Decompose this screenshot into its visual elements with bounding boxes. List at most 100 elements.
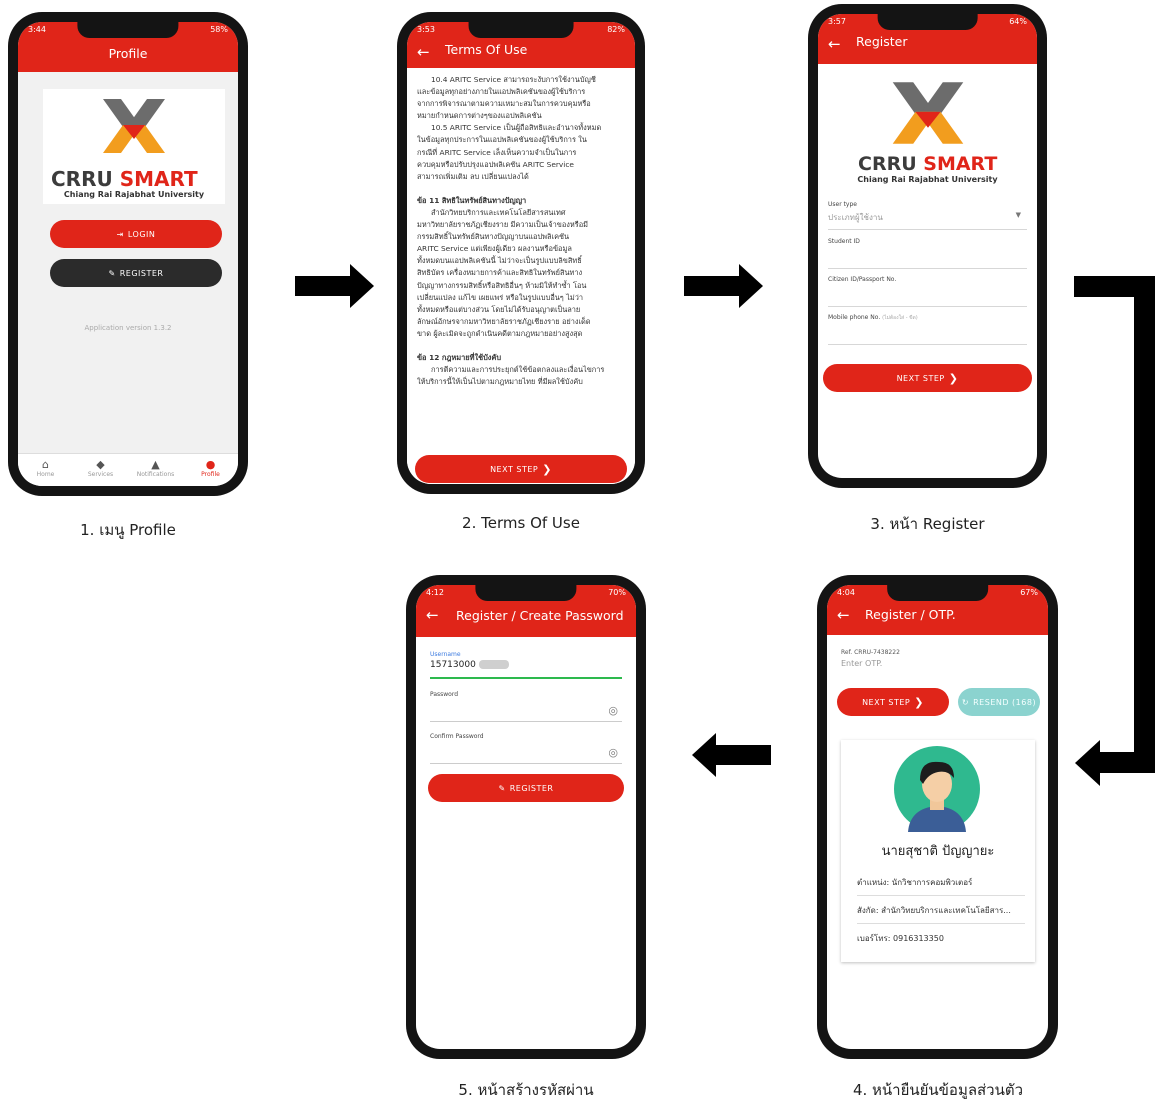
- next-step-button[interactable]: NEXT STEP ❯: [415, 455, 627, 483]
- otp-field[interactable]: Ref. CRRU-7438222 Enter OTP.: [841, 649, 1038, 675]
- caption-5: 5. หน้าสร้างรหัสผ่าน: [458, 1081, 594, 1099]
- mobile-phone-field[interactable]: Mobile phone No. (ไม่ต้องใส่ - ขีด): [828, 314, 1027, 345]
- chevron-right-icon: ❯: [914, 695, 924, 709]
- mobile-phone-label: Mobile phone No.: [828, 314, 881, 321]
- nav-item-services[interactable]: ◆ Services: [73, 454, 128, 486]
- confirm-password-field[interactable]: Confirm Password ◎: [430, 733, 622, 764]
- logo-word-crru: CRRU: [51, 167, 113, 191]
- username-value: 15713000: [430, 660, 476, 670]
- register-label: REGISTER: [509, 783, 554, 793]
- phone-otp: 4:04 67% ← Register / OTP. Ref. CRRU-743…: [817, 575, 1058, 1059]
- nav-label: Notifications: [136, 471, 175, 478]
- otp-placeholder: Enter OTP.: [841, 659, 883, 668]
- notch: [475, 585, 577, 601]
- register-screen: 3:57 64% ← Register CRRU SMART Chiang Ra…: [818, 14, 1037, 478]
- user-type-select[interactable]: User type ประเภทผู้ใช้งาน ▼: [828, 201, 1027, 230]
- notch: [877, 14, 978, 30]
- user-type-placeholder: ประเภทผู้ใช้งาน: [828, 213, 883, 222]
- back-arrow-icon[interactable]: ←: [417, 43, 430, 61]
- student-id-field[interactable]: Student ID: [828, 238, 1027, 269]
- back-arrow-icon[interactable]: ←: [828, 35, 841, 53]
- phone-profile: 3:44 58% Profile CRRU SMART Chiang Rai R…: [8, 12, 248, 496]
- nav-item-home[interactable]: ⌂ Home: [18, 454, 73, 486]
- person-name: นายสุชาติ ปัญญายะ: [881, 844, 995, 859]
- edit-icon: ✎: [108, 268, 116, 278]
- arrow-right-2: [684, 276, 740, 296]
- arrow-head-3: [1075, 740, 1100, 786]
- logo-university: Chiang Rai Rajabhat University: [63, 190, 205, 199]
- otp-ref: Ref. CRRU-7438222: [841, 649, 900, 656]
- citizen-id-field[interactable]: Citizen ID/Passport No.: [828, 276, 1027, 307]
- username-field[interactable]: Username 15713000: [430, 651, 622, 679]
- student-id-label: Student ID: [828, 238, 860, 245]
- mobile-phone-hint: (ไม่ต้องใส่ - ขีด): [882, 315, 918, 321]
- resend-label: RESEND (168): [973, 697, 1037, 707]
- login-icon: ⇥: [116, 229, 124, 239]
- back-arrow-icon[interactable]: ←: [426, 606, 439, 624]
- next-step-button[interactable]: NEXT STEP ❯: [837, 688, 949, 716]
- page-title: Register: [856, 34, 908, 49]
- confirm-password-label: Confirm Password: [430, 733, 484, 740]
- terms-screen: 3:53 82% ← Terms Of Use 10.4 ARITC Servi…: [407, 22, 635, 484]
- chevron-right-icon: ❯: [948, 371, 959, 385]
- status-battery: 70%: [608, 588, 626, 597]
- cube-icon: ◆: [96, 458, 105, 471]
- status-battery: 67%: [1020, 588, 1038, 597]
- status-time: 3:44: [28, 25, 46, 34]
- citizen-id-label: Citizen ID/Passport No.: [828, 276, 897, 283]
- terms-line: ทั้งหมดหรือแต่บางส่วน โดยไม่ได้รับอนุญาต…: [417, 304, 581, 314]
- status-time: 3:53: [417, 25, 435, 34]
- next-step-button[interactable]: NEXT STEP ❯: [823, 364, 1032, 392]
- crru-x-logo: [892, 82, 964, 144]
- phone-terms: 3:53 82% ← Terms Of Use 10.4 ARITC Servi…: [397, 12, 645, 494]
- logo-university: Chiang Rai Rajabhat University: [857, 175, 998, 184]
- otp-screen: 4:04 67% ← Register / OTP. Ref. CRRU-743…: [827, 585, 1048, 1049]
- arrow-head-1: [350, 264, 374, 308]
- avatar: [894, 746, 980, 832]
- back-arrow-icon[interactable]: ←: [837, 606, 850, 624]
- terms-heading: ข้อ 11 สิทธิในทรัพย์สินทางปัญญา: [417, 195, 527, 205]
- arrow-right-1: [295, 276, 351, 296]
- logo-wordmark: CRRU SMART: [51, 167, 198, 191]
- resend-button[interactable]: ↻ RESEND (168): [958, 688, 1040, 716]
- terms-line: การตีความและการประยุกต์ใช้ข้อตกลงและเงื่…: [431, 365, 605, 375]
- terms-line: ปัญญาทางกรรมสิทธิ์หรือสิทธิอื่นๆ ห้ามมิใ…: [417, 280, 587, 290]
- connector-horizontal-bottom: [1098, 752, 1155, 773]
- terms-line: เปลี่ยนแปลง แก้ไข เผยแพร่ หรือในรูปแบบอื…: [417, 292, 584, 302]
- terms-line: จากการพิจารณาตามความเหมาะสมในการควบคุมหร…: [417, 99, 591, 109]
- status-time: 4:12: [426, 588, 444, 597]
- terms-line: ให้บริการนี้ให้เป็นไปตามกฎหมายไทย ที่มีผ…: [417, 377, 583, 387]
- eye-icon[interactable]: ◎: [608, 704, 618, 717]
- terms-line: ลักษณ์อักษรจากมหาวิทยาลัยราชภัฏเชียงราย …: [417, 316, 591, 326]
- terms-text: 10.4 ARITC Service สามารถระงับการใช้งานบ…: [417, 74, 627, 388]
- arrow-left-4: [715, 745, 771, 765]
- login-button[interactable]: ⇥ LOGIN: [50, 220, 222, 248]
- register-button[interactable]: ✎ REGISTER: [428, 774, 624, 802]
- terms-line: มหาวิทยาลัยราชภัฏเชียงราย มีความเป็นเจ้า…: [417, 220, 589, 230]
- eye-icon[interactable]: ◎: [608, 746, 618, 759]
- login-label: LOGIN: [127, 229, 156, 239]
- page-title: Register / Create Password: [456, 608, 624, 623]
- nav-item-profile[interactable]: ● Profile: [183, 454, 238, 486]
- person-department: สังกัด: สำนักวิทยบริการและเทคโนโลยีสาร..…: [857, 904, 1025, 924]
- terms-line: สามารถเพิ่มเติม ลบ เปลี่ยนแปลงได้: [417, 171, 529, 181]
- terms-line: ในข้อมูลทุกประการในแอปพลิเคชันของผู้ใช้บ…: [417, 135, 587, 145]
- page-title: Register / OTP.: [865, 607, 956, 622]
- terms-line: 10.5 ARITC Service เป็นผู้ถือสิทธิและอำน…: [431, 123, 602, 133]
- terms-heading: ข้อ 12 กฎหมายที่ใช้บังคับ: [417, 352, 502, 362]
- terms-line: หมายกำหนดการต่างๆของแอปพลิเคชัน: [417, 111, 542, 121]
- terms-line: ขาด ผู้ละเมิดจะถูกดำเนินคดีตามกฎหมายอย่า…: [417, 328, 583, 338]
- terms-line: สำนักวิทยบริการและเทคโนโลยีสารสนเทศ: [431, 207, 566, 217]
- terms-line: สิทธิบัตร เครื่องหมายการค้าและสิทธิในทรั…: [417, 268, 583, 278]
- edit-icon: ✎: [498, 783, 506, 793]
- username-label: Username: [430, 651, 461, 658]
- refresh-icon: ↻: [961, 697, 970, 707]
- nav-item-notifications[interactable]: ▲ Notifications: [128, 454, 183, 486]
- logo-wordmark: CRRU SMART: [858, 153, 997, 175]
- password-field[interactable]: Password ◎: [430, 691, 622, 722]
- app-version: Application version 1.3.2: [84, 324, 172, 332]
- status-battery: 64%: [1009, 17, 1027, 26]
- register-button[interactable]: ✎ REGISTER: [50, 259, 222, 287]
- logo-word-smart: SMART: [923, 153, 998, 175]
- person-position: ตำแหน่ง: นักวิชาการคอมพิวเตอร์: [857, 876, 1025, 896]
